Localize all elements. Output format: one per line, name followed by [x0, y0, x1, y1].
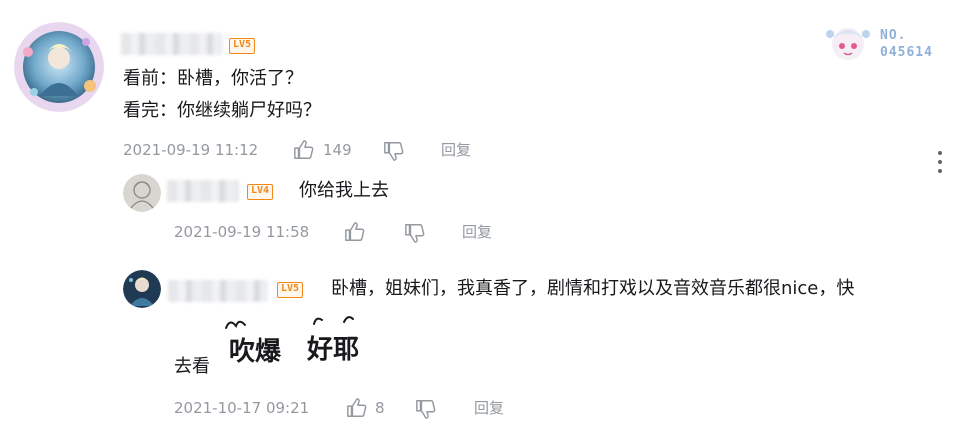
reply-button[interactable]: 回复 — [462, 220, 492, 244]
sticker-label: 好耶 — [306, 335, 359, 365]
level-badge: LV4 — [247, 184, 274, 200]
like-count: 149 — [323, 141, 352, 159]
reply-button[interactable]: 回复 — [441, 138, 471, 162]
avatar-image — [123, 174, 161, 212]
sticker-chuibao: 吹爆 — [220, 312, 290, 372]
dislike-icon[interactable] — [404, 222, 426, 244]
avatar-image — [123, 270, 161, 308]
like-icon[interactable] — [344, 221, 366, 243]
more-options-icon[interactable] — [937, 151, 943, 177]
reply-1-text: 你给我上去 — [299, 180, 389, 201]
reply-1-avatar[interactable] — [123, 174, 161, 212]
comment-date: 2021-09-19 11:12 — [123, 141, 259, 159]
comment-text-line-1: 看前：卧槽，你活了？ — [123, 68, 303, 89]
commenter-name-blurred[interactable] — [121, 33, 223, 55]
reply-1-date: 2021-09-19 11:58 — [174, 223, 310, 241]
reply-2-avatar[interactable] — [123, 270, 161, 308]
fan-character-icon — [826, 28, 870, 60]
commenter-avatar[interactable] — [14, 22, 104, 112]
reply-button[interactable]: 回复 — [474, 396, 504, 420]
reply-2-date: 2021-10-17 09:21 — [174, 399, 310, 417]
fan-badge-line-2: 045614 — [880, 45, 933, 60]
sticker-label: 吹爆 — [229, 337, 282, 367]
like-count: 8 — [375, 399, 385, 417]
like-icon[interactable] — [346, 397, 368, 419]
sticker-haoye: 好耶 — [298, 310, 368, 370]
level-badge: LV5 — [229, 38, 256, 54]
level-badge: LV5 — [277, 282, 304, 298]
comment-text-line-2: 看完：你继续躺尸好吗？ — [123, 100, 321, 121]
reply-2-name-blurred[interactable] — [168, 280, 268, 302]
reply-2-text-line-1: 卧槽，姐妹们，我真香了，剧情和打戏以及音效音乐都很nice，快 — [331, 278, 855, 299]
dislike-icon[interactable] — [383, 140, 405, 162]
like-icon[interactable] — [293, 139, 315, 161]
reply-1-name-blurred[interactable] — [167, 180, 239, 202]
reply-2-text-line-2: 去看 — [174, 356, 210, 377]
dislike-icon[interactable] — [415, 398, 437, 420]
avatar-image — [14, 22, 104, 112]
fan-badge-line-1: NO. — [880, 28, 907, 43]
fan-medal-badge: NO. 045614 — [822, 20, 942, 64]
